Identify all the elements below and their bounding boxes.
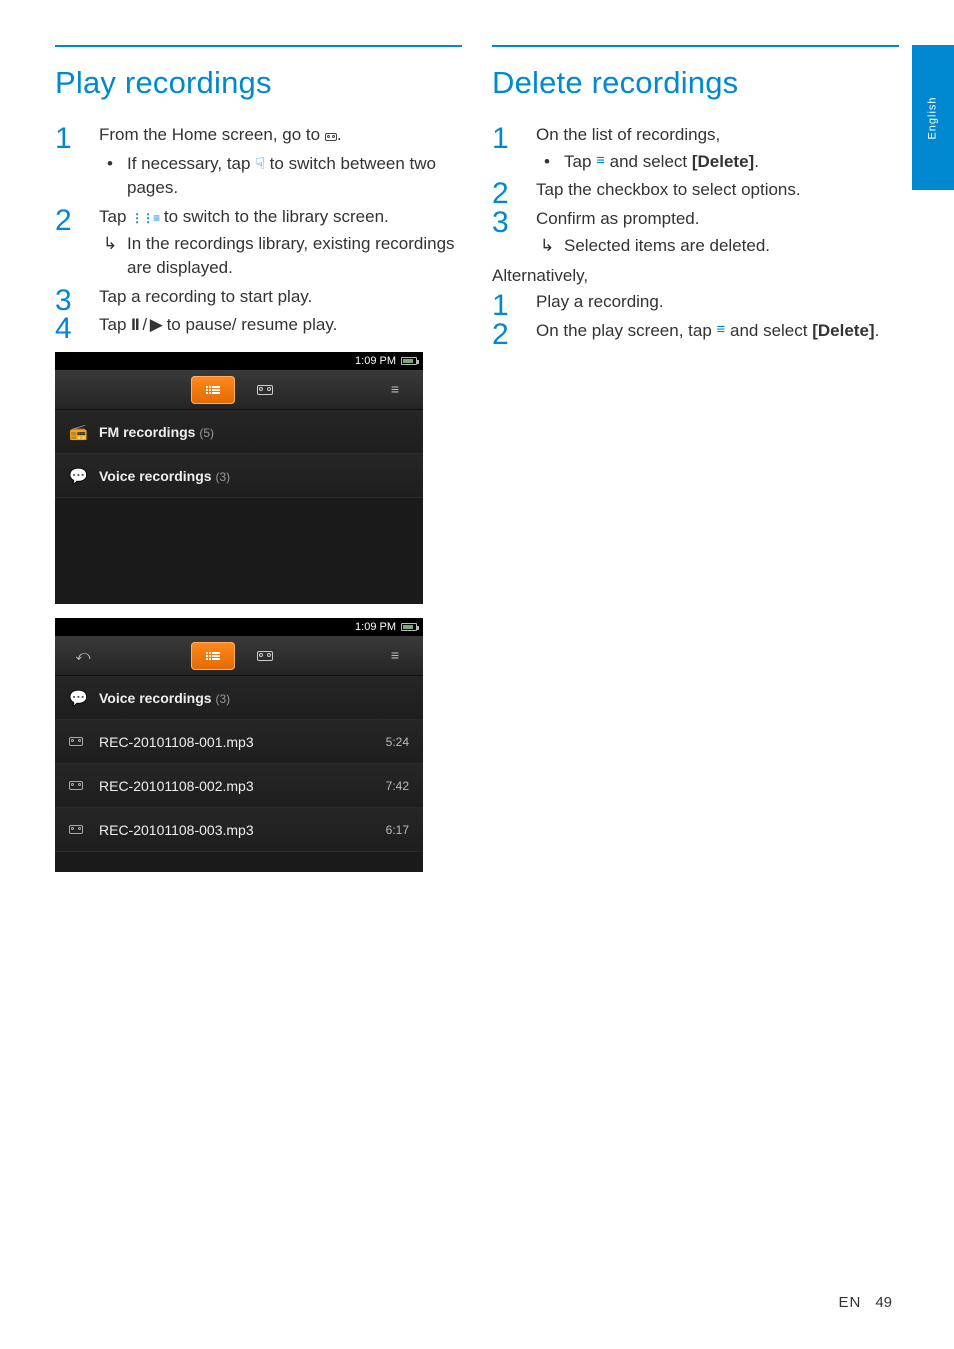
- row-label: Voice recordings (3): [99, 690, 409, 706]
- row-file-1[interactable]: REC-20101108-001.mp3 5:24: [55, 720, 423, 764]
- page: English Play recordings From the Home sc…: [0, 0, 954, 1349]
- nav-library-button[interactable]: [191, 376, 235, 404]
- alt-step-2: On the play screen, tap ≡ and select [De…: [492, 319, 899, 344]
- play-steps: From the Home screen, go to . If necessa…: [55, 123, 462, 338]
- nav-row: ≡: [55, 370, 423, 410]
- step-1-bullets: If necessary, tap ☟ to switch between tw…: [99, 152, 462, 201]
- section-title-play: Play recordings: [55, 65, 462, 101]
- alternatively-label: Alternatively,: [492, 266, 899, 286]
- step-2: Tap the checkbox to select options.: [492, 178, 899, 203]
- step-4: Tap II / ▶ to pause/ resume play.: [55, 313, 462, 338]
- row-fm-recordings[interactable]: 📻 FM recordings (5): [55, 410, 423, 454]
- voice-icon: 💬: [69, 689, 99, 707]
- step-1: On the list of recordings, Tap ≡ and sel…: [492, 123, 899, 174]
- file-duration: 7:42: [386, 779, 409, 793]
- delete-steps: On the list of recordings, Tap ≡ and sel…: [492, 123, 899, 258]
- screenshot-voice-list: 1:09 PM ⤺ ≡: [55, 618, 423, 872]
- status-time: 1:09 PM: [355, 621, 396, 633]
- rule: [55, 45, 462, 47]
- content-columns: Play recordings From the Home screen, go…: [0, 0, 954, 878]
- step-3: Confirm as prompted. Selected items are …: [492, 207, 899, 258]
- footer-lang: EN: [838, 1294, 861, 1311]
- row-file-2[interactable]: REC-20101108-002.mp3 7:42: [55, 764, 423, 808]
- file-duration: 5:24: [386, 735, 409, 749]
- battery-icon: [401, 623, 417, 631]
- step-2-result: In the recordings library, existing reco…: [99, 232, 462, 281]
- nav-menu-button[interactable]: ≡: [373, 642, 417, 670]
- step-1: From the Home screen, go to . If necessa…: [55, 123, 462, 201]
- nav-recordings-button[interactable]: [243, 642, 287, 670]
- language-tab: English: [912, 45, 954, 190]
- screenshot-library-root: 1:09 PM ≡: [55, 352, 423, 604]
- blank-area: [55, 498, 423, 604]
- file-name: REC-20101108-002.mp3: [99, 778, 386, 794]
- tape-icon: [257, 385, 273, 395]
- menu-icon: ≡: [596, 158, 605, 163]
- bullet: Tap ≡ and select [Delete].: [536, 150, 899, 175]
- row-label: Voice recordings (3): [99, 468, 409, 484]
- file-name: REC-20101108-001.mp3: [99, 734, 386, 750]
- row-file-3[interactable]: REC-20101108-003.mp3 6:17: [55, 808, 423, 852]
- step-2: Tap ⋮⋮≡ to switch to the library screen.…: [55, 205, 462, 281]
- rule: [492, 45, 899, 47]
- tape-icon: [69, 737, 99, 746]
- library-icon: ⋮⋮≡: [131, 211, 159, 225]
- nav-library-button[interactable]: [191, 642, 235, 670]
- nav-recordings-button[interactable]: [243, 376, 287, 404]
- row-label: FM recordings (5): [99, 424, 409, 440]
- language-tab-label: English: [927, 96, 939, 139]
- back-icon: ⤺: [76, 647, 91, 664]
- alt-step-1: Play a recording.: [492, 290, 899, 315]
- menu-icon: ≡: [391, 653, 399, 658]
- nav-menu-button[interactable]: ≡: [373, 376, 417, 404]
- tape-icon: [257, 651, 273, 661]
- blank-area: [55, 852, 423, 872]
- statusbar: 1:09 PM: [55, 352, 423, 370]
- step-1-bullets: Tap ≡ and select [Delete].: [536, 150, 899, 175]
- menu-icon: ≡: [391, 387, 399, 392]
- tape-icon: [325, 125, 337, 150]
- row-voice-header[interactable]: 💬 Voice recordings (3): [55, 676, 423, 720]
- tape-icon: [69, 825, 99, 834]
- column-left: Play recordings From the Home screen, go…: [55, 45, 462, 878]
- menu-icon: ≡: [717, 327, 726, 332]
- nav-back-button[interactable]: ⤺: [61, 642, 105, 670]
- section-title-delete: Delete recordings: [492, 65, 899, 101]
- file-name: REC-20101108-003.mp3: [99, 822, 386, 838]
- bullet: If necessary, tap ☟ to switch between tw…: [99, 152, 462, 201]
- file-duration: 6:17: [386, 823, 409, 837]
- delete-alt-steps: Play a recording. On the play screen, ta…: [492, 290, 899, 343]
- step-3-result: Selected items are deleted.: [536, 234, 899, 259]
- step-3: Tap a recording to start play.: [55, 285, 462, 310]
- pause-play-icon: II / ▶: [131, 315, 162, 334]
- footer-page: 49: [875, 1294, 892, 1311]
- radio-icon: 📻: [69, 423, 99, 441]
- tape-icon: [69, 781, 99, 790]
- page-footer: EN 49: [838, 1294, 892, 1311]
- column-right: Delete recordings On the list of recordi…: [492, 45, 899, 878]
- battery-icon: [401, 357, 417, 365]
- voice-icon: 💬: [69, 467, 99, 485]
- statusbar: 1:09 PM: [55, 618, 423, 636]
- nav-row: ⤺ ≡: [55, 636, 423, 676]
- row-voice-recordings[interactable]: 💬 Voice recordings (3): [55, 454, 423, 498]
- pointer-icon: ☟: [255, 156, 265, 173]
- status-time: 1:09 PM: [355, 355, 396, 367]
